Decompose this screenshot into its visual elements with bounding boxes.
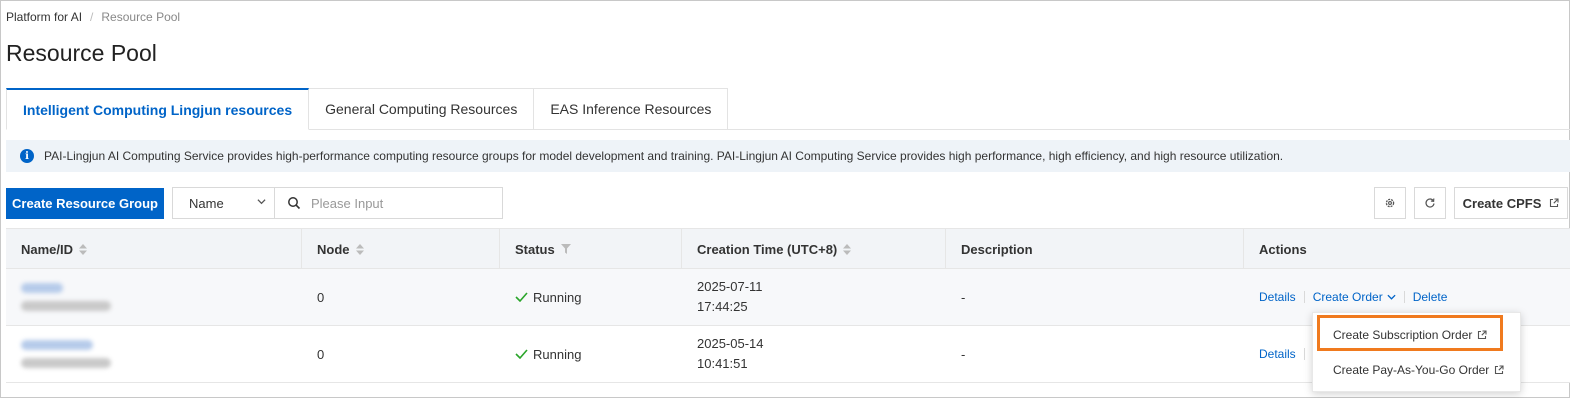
info-notice: i PAI-Lingjun AI Computing Service provi…	[6, 140, 1570, 172]
breadcrumb: Platform for AI / Resource Pool	[6, 10, 180, 24]
filter-select-value: Name	[189, 195, 224, 211]
search-box	[275, 188, 502, 218]
column-header-name[interactable]: Name/ID	[6, 229, 302, 269]
tab-lingjun-resources[interactable]: Intelligent Computing Lingjun resources	[6, 88, 310, 130]
column-header-description: Description	[946, 229, 1244, 269]
details-link[interactable]: Details	[1259, 290, 1296, 304]
sort-icon[interactable]	[79, 243, 88, 255]
search-input[interactable]	[311, 195, 491, 211]
tab-bar: Intelligent Computing Lingjun resources …	[6, 88, 1570, 130]
action-divider	[1303, 348, 1305, 360]
status-text: Running	[533, 346, 582, 362]
refresh-button[interactable]	[1414, 187, 1446, 219]
chevron-down-icon	[1387, 294, 1396, 300]
creation-time-cell: 2025-07-11 17:44:25	[697, 279, 763, 314]
details-link[interactable]: Details	[1259, 347, 1296, 361]
resource-id-redacted	[21, 358, 111, 368]
info-icon: i	[20, 149, 34, 163]
search-group: Name	[172, 187, 503, 219]
highlight-box	[1317, 315, 1503, 351]
resource-name-redacted[interactable]	[21, 283, 63, 293]
description-cell: -	[961, 289, 966, 305]
action-divider	[1303, 291, 1305, 303]
status-cell: Running	[500, 326, 682, 382]
status-cell: Running	[500, 269, 682, 325]
external-link-icon	[1495, 365, 1504, 375]
search-icon	[288, 197, 301, 210]
sort-icon[interactable]	[843, 243, 852, 255]
status-text: Running	[533, 289, 582, 305]
table-header: Name/ID Node Status Creation Time (UTC+8…	[6, 228, 1570, 269]
page-title: Resource Pool	[6, 40, 157, 66]
column-header-status[interactable]: Status	[500, 229, 682, 269]
node-count: 0	[317, 289, 325, 305]
toolbar: Create Resource Group Name Create CPFS	[6, 187, 1570, 219]
refresh-icon	[1425, 198, 1435, 208]
sort-icon[interactable]	[355, 243, 364, 255]
check-icon	[515, 292, 528, 302]
tab-eas-inference[interactable]: EAS Inference Resources	[534, 88, 729, 130]
delete-link[interactable]: Delete	[1413, 290, 1448, 304]
create-order-dropdown[interactable]: Create Order	[1313, 290, 1396, 304]
column-header-node[interactable]: Node	[302, 229, 500, 269]
menu-item-create-pay-as-you-go-order[interactable]: Create Pay-As-You-Go Order	[1313, 355, 1520, 385]
resource-name-redacted[interactable]	[21, 340, 93, 350]
node-count: 0	[317, 346, 325, 362]
notice-text: PAI-Lingjun AI Computing Service provide…	[44, 149, 1284, 163]
breadcrumb-separator: /	[90, 10, 94, 24]
filter-select[interactable]: Name	[173, 188, 275, 218]
create-resource-group-button[interactable]: Create Resource Group	[6, 188, 164, 219]
breadcrumb-current: Resource Pool	[101, 10, 181, 24]
column-header-creation-time[interactable]: Creation Time (UTC+8)	[682, 229, 946, 269]
column-header-actions: Actions	[1259, 241, 1307, 257]
check-icon	[515, 349, 528, 359]
breadcrumb-root[interactable]: Platform for AI	[6, 10, 82, 24]
name-id-cell	[6, 326, 302, 382]
description-cell: -	[961, 346, 966, 362]
filter-icon[interactable]	[560, 244, 571, 254]
gear-icon	[1385, 198, 1395, 208]
create-cpfs-button[interactable]: Create CPFS	[1454, 187, 1568, 219]
name-id-cell	[6, 269, 302, 325]
external-link-icon	[1550, 198, 1559, 208]
create-cpfs-label: Create CPFS	[1462, 195, 1542, 211]
resource-id-redacted	[21, 301, 111, 311]
tab-general-computing[interactable]: General Computing Resources	[309, 88, 535, 130]
creation-time-cell: 2025-05-14 10:41:51	[697, 336, 764, 371]
chevron-down-icon	[257, 199, 266, 205]
settings-button[interactable]	[1374, 187, 1406, 219]
action-divider	[1403, 291, 1405, 303]
